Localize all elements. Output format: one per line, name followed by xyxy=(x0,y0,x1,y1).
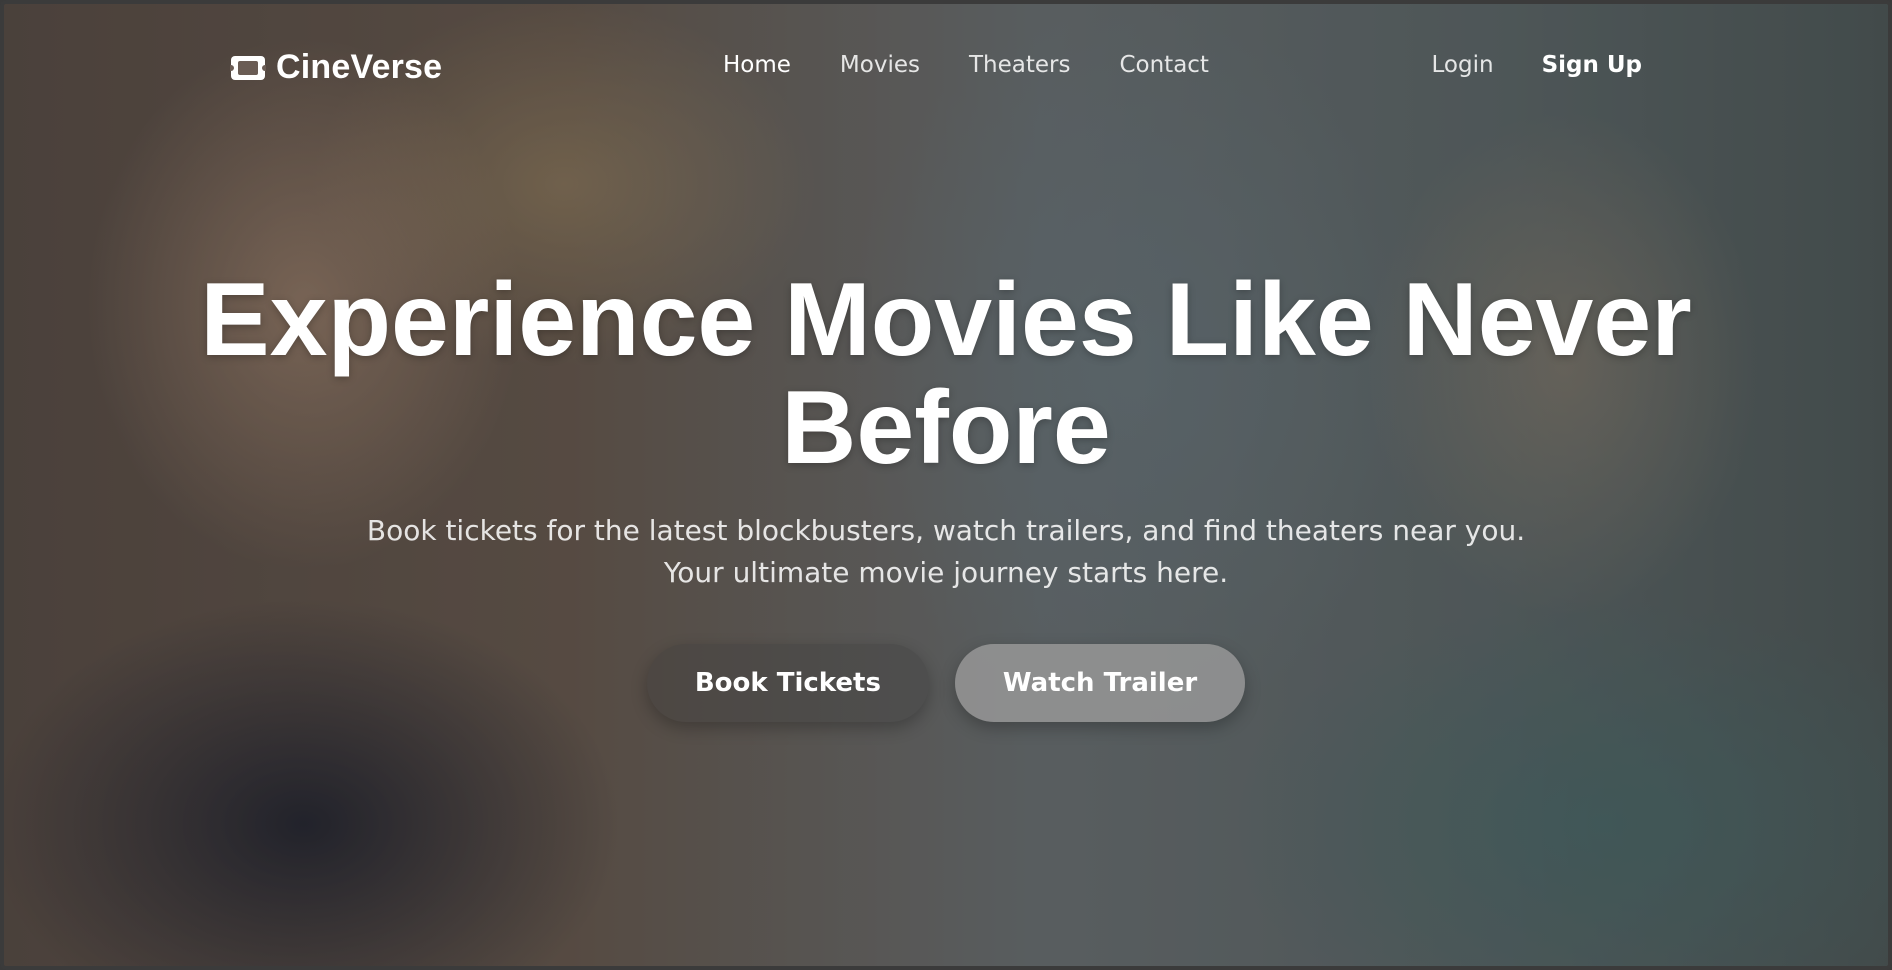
navbar: CineVerse Home Movies Theaters Contact L… xyxy=(4,4,1888,134)
nav-link-movies[interactable]: Movies xyxy=(840,52,920,78)
watch-trailer-button[interactable]: Watch Trailer xyxy=(954,644,1246,722)
nav-link-home[interactable]: Home xyxy=(723,52,791,78)
brand-logo[interactable]: CineVerse xyxy=(228,48,443,87)
main-nav: Home Movies Theaters Contact xyxy=(723,52,1209,78)
hero-section: Experience Movies Like Never Before Book… xyxy=(4,266,1888,722)
brand-name: CineVerse xyxy=(276,48,443,86)
book-tickets-button[interactable]: Book Tickets xyxy=(646,644,929,722)
nav-link-contact[interactable]: Contact xyxy=(1119,52,1208,78)
login-link[interactable]: Login xyxy=(1432,52,1494,78)
auth-links: Login Sign Up xyxy=(1432,52,1643,78)
hero-actions: Book Tickets Watch Trailer xyxy=(4,644,1888,722)
nav-link-theaters[interactable]: Theaters xyxy=(969,52,1070,78)
signup-link[interactable]: Sign Up xyxy=(1542,52,1642,78)
hero-subtitle: Book tickets for the latest blockbusters… xyxy=(366,514,1526,589)
ticket-icon xyxy=(228,55,268,81)
hero-title: Experience Movies Like Never Before xyxy=(200,262,1692,486)
app-window: CineVerse Home Movies Theaters Contact L… xyxy=(0,0,1892,970)
